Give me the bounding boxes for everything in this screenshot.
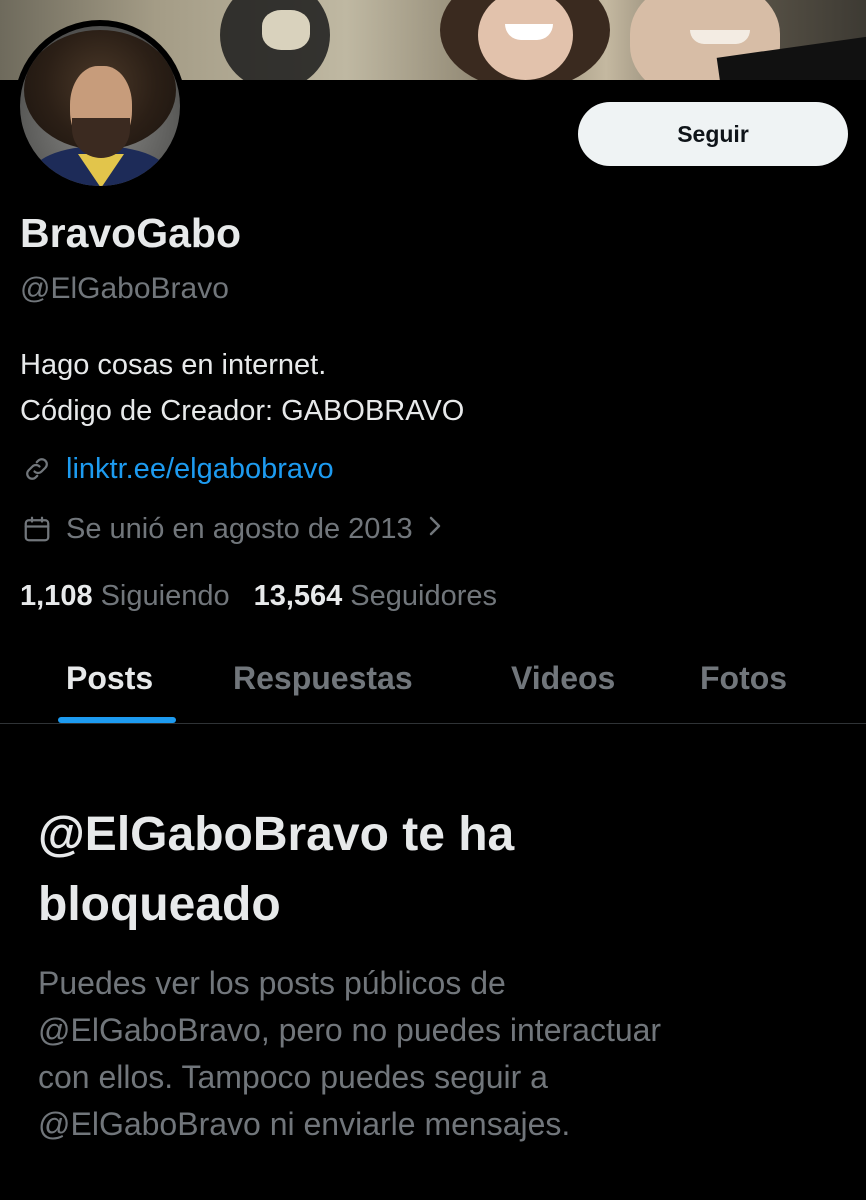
link-icon	[20, 452, 54, 486]
following-count: 1,108	[20, 580, 93, 612]
blocked-title-line: bloqueado	[38, 878, 281, 931]
profile-link[interactable]: linktr.ee/elgabobravo	[66, 453, 334, 486]
display-name: BravoGabo	[20, 210, 241, 256]
following-label: Siguiendo	[100, 580, 230, 612]
profile-page: Seguir BravoGabo @ElGaboBravo Hago cosas…	[0, 0, 866, 1200]
followers-count: 13,564	[253, 580, 343, 612]
joined-date: Se unió en agosto de 2013	[66, 512, 413, 545]
follow-button[interactable]: Seguir	[578, 102, 848, 166]
blocked-desc-line: @ElGaboBravo ni enviarle mensajes.	[38, 1106, 571, 1142]
joined-row[interactable]: Se unió en agosto de 2013	[20, 512, 443, 546]
bio-line: Código de Creador: GABOBRAVO	[20, 395, 465, 427]
followers-link[interactable]: 13,564 Seguidores	[254, 580, 497, 613]
chevron-right-icon	[427, 512, 443, 546]
active-tab-indicator	[58, 717, 176, 723]
blocked-title-line: @ElGaboBravo te ha	[38, 808, 515, 861]
blocked-desc-line: Puedes ver los posts públicos de	[38, 965, 506, 1001]
following-link[interactable]: 1,108 Siguiendo	[20, 580, 230, 613]
tab-fotos[interactable]: Fotos	[700, 660, 787, 697]
profile-tabs: Posts Respuestas Videos Fotos	[0, 640, 866, 724]
calendar-icon	[20, 512, 54, 546]
tab-posts[interactable]: Posts	[66, 660, 153, 697]
blocked-desc-line: @ElGaboBravo, pero no puedes interactuar	[38, 1012, 662, 1048]
avatar[interactable]	[14, 20, 186, 192]
blocked-description: Puedes ver los posts públicos de @ElGabo…	[38, 960, 838, 1148]
follow-stats: 1,108 Siguiendo 13,564 Seguidores	[20, 580, 497, 613]
followers-label: Seguidores	[350, 580, 497, 612]
blocked-desc-line: con ellos. Tampoco puedes seguir a	[38, 1059, 548, 1095]
blocked-title: @ElGaboBravo te ha bloqueado	[38, 800, 838, 940]
tab-videos[interactable]: Videos	[511, 660, 615, 697]
profile-handle: @ElGaboBravo	[20, 272, 229, 305]
tab-respuestas[interactable]: Respuestas	[233, 660, 413, 697]
profile-link-row: linktr.ee/elgabobravo	[20, 452, 334, 486]
profile-bio: Hago cosas en internet. Código de Creado…	[20, 342, 464, 434]
bio-line: Hago cosas en internet.	[20, 349, 327, 381]
